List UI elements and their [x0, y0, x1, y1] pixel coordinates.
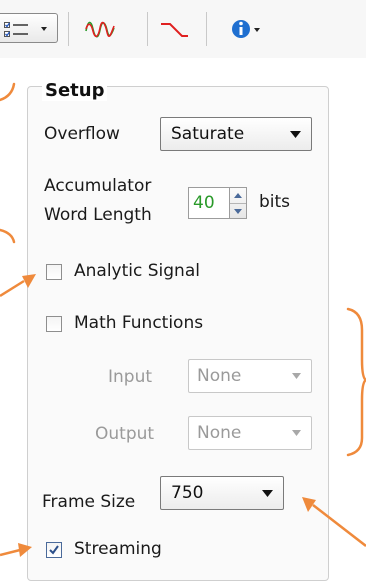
analytic-signal-checkbox[interactable] — [46, 264, 62, 280]
bits-unit-label: bits — [259, 192, 291, 212]
ramp-display-button[interactable] — [155, 14, 195, 44]
annotation-brace-lower — [346, 378, 366, 457]
output-label: Output — [95, 424, 155, 444]
accumulator-label-line2: Word Length — [44, 205, 152, 225]
analytic-signal-label: Analytic Signal — [74, 261, 200, 281]
annotation-bracket-accumulator — [0, 228, 16, 244]
caret-down-icon — [234, 209, 242, 214]
toolbar — [0, 0, 366, 58]
frame-size-label: Frame Size — [42, 492, 136, 512]
overflow-value: Saturate — [171, 124, 245, 144]
overflow-dropdown[interactable]: Saturate — [160, 117, 312, 151]
streaming-label: Streaming — [74, 539, 162, 559]
chevron-down-icon — [290, 131, 301, 138]
math-functions-checkbox[interactable] — [46, 316, 62, 332]
annotation-brace-upper — [346, 307, 366, 382]
spinner-down-button[interactable] — [230, 204, 246, 219]
settings-menu-button[interactable] — [0, 13, 58, 43]
chevron-down-icon — [292, 430, 301, 436]
accumulator-label-line1: Accumulator — [44, 176, 152, 196]
math-functions-label: Math Functions — [74, 313, 204, 333]
chevron-down-icon — [292, 373, 301, 379]
annotation-bracket-top — [0, 82, 16, 102]
accumulator-word-length-input[interactable]: 40 — [188, 187, 230, 219]
checkmark-icon — [49, 545, 59, 555]
output-dropdown[interactable]: None — [188, 416, 312, 450]
frame-size-dropdown[interactable]: 750 — [160, 476, 284, 510]
streaming-checkbox[interactable] — [46, 542, 62, 558]
input-dropdown[interactable]: None — [188, 359, 312, 393]
input-value: None — [197, 366, 242, 386]
spinner-up-button[interactable] — [230, 188, 246, 204]
accumulator-spinner — [230, 187, 247, 219]
output-value: None — [197, 423, 242, 443]
chevron-down-icon — [254, 28, 260, 32]
accumulator-value: 40 — [193, 193, 215, 213]
waveform-icon — [85, 21, 115, 38]
caret-up-icon — [234, 193, 242, 198]
frame-size-value: 750 — [171, 483, 204, 503]
toolbar-separator — [68, 12, 69, 46]
annotation-arrow-analytic-signal — [0, 279, 25, 298]
chevron-down-icon — [262, 490, 273, 497]
waveform-display-button[interactable] — [80, 14, 120, 44]
checklist-icon — [4, 22, 47, 37]
toolbar-separator — [206, 12, 207, 46]
input-label: Input — [108, 367, 153, 387]
setup-title: Setup — [42, 80, 108, 101]
info-icon — [232, 20, 260, 38]
info-menu-button[interactable] — [228, 14, 268, 44]
ramp-icon — [161, 23, 188, 37]
overflow-label: Overflow — [44, 124, 120, 144]
annotation-arrow-streaming — [0, 548, 21, 557]
chevron-down-icon — [41, 27, 47, 31]
toolbar-separator — [147, 12, 148, 46]
